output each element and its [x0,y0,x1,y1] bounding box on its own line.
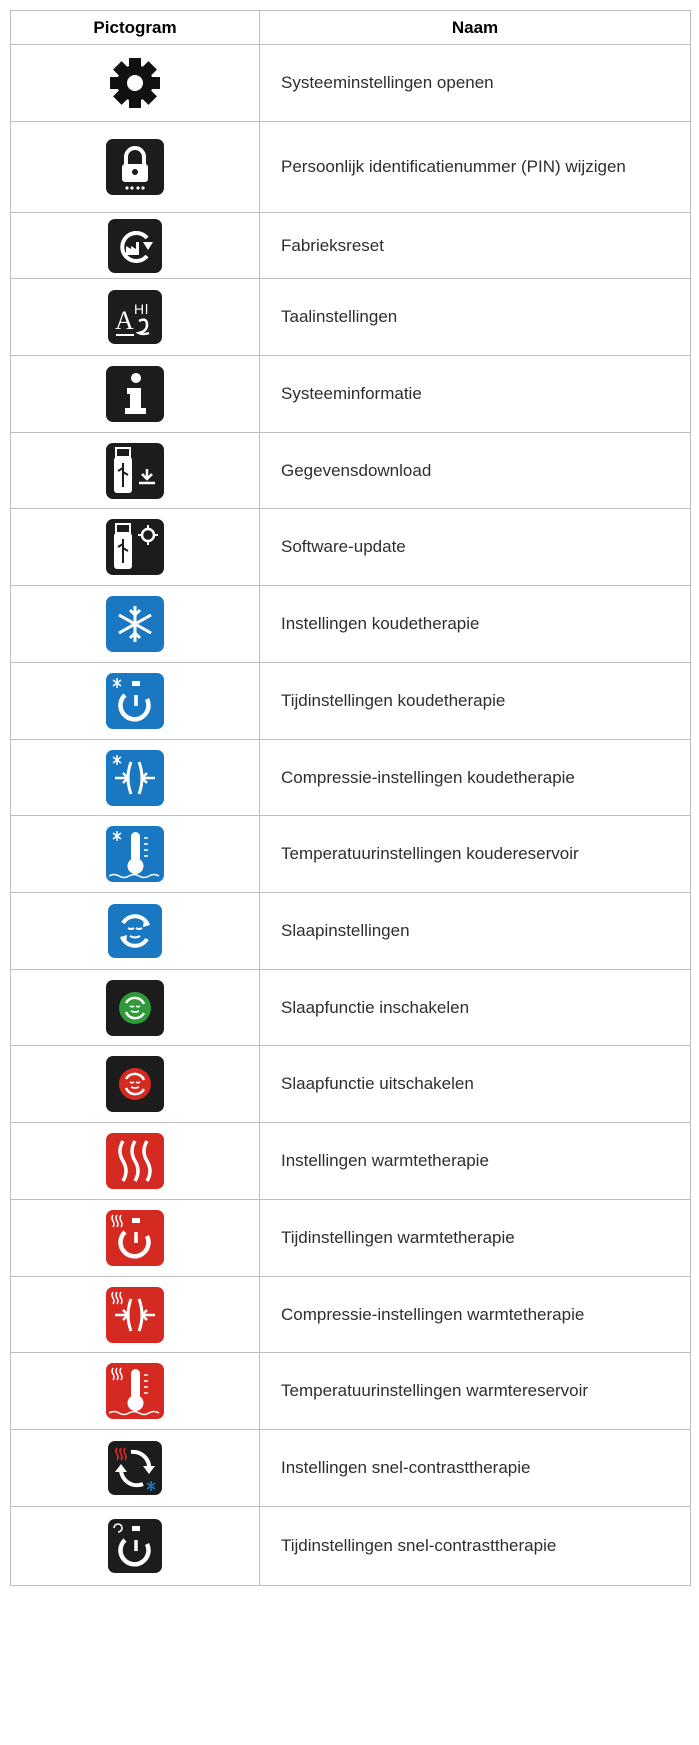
row-label: Software-update [259,508,691,586]
lock-pin-icon [103,139,167,195]
table-row: Instellingen koudetherapie [10,585,691,663]
table-row: Compressie-instellingen warmtetherapie [10,1276,691,1353]
cold-timer-icon [103,673,167,729]
table-row: Persoonlijk identificatienummer (PIN) wi… [10,121,691,213]
row-label: Systeeminformatie [259,355,691,433]
language-icon: A H l [103,289,167,345]
row-label: Tijdinstellingen koudetherapie [259,662,691,740]
table-row: Temperatuurinstellingen warmtereservoir [10,1352,691,1430]
header-pictogram: Pictogram [10,10,260,45]
icon-legend-table: Pictogram Naam Systeeminstellingen opene… [10,10,691,1586]
factory-reset-icon [103,218,167,274]
usb-download-icon [103,442,167,499]
table-row: Systeeminstellingen openen [10,44,691,122]
row-label: Slaapinstellingen [259,892,691,970]
table-row: Slaapfunctie inschakelen [10,969,691,1046]
table-row: Slaapinstellingen [10,892,691,970]
table-row: Systeeminformatie [10,355,691,433]
sleep-settings-icon [103,903,167,959]
table-row: Temperatuurinstellingen koudereservoir [10,815,691,893]
page: Pictogram Naam Systeeminstellingen opene… [0,0,699,1745]
svg-text:l: l [145,301,148,317]
row-label: Gegevensdownload [259,432,691,509]
row-label: Slaapfunctie uitschakelen [259,1045,691,1123]
sleep-on-icon [103,979,167,1036]
row-label: Persoonlijk identificatienummer (PIN) wi… [259,121,691,213]
info-icon [103,366,167,422]
snowflake-icon [103,596,167,652]
table-row: Software-update [10,508,691,586]
heat-waves-icon [103,1133,167,1189]
header-naam: Naam [259,10,691,45]
table-row: Slaapfunctie uitschakelen [10,1045,691,1123]
row-label: Slaapfunctie inschakelen [259,969,691,1046]
sleep-off-icon [103,1056,167,1112]
row-label: Instellingen warmtetherapie [259,1122,691,1200]
cold-reservoir-thermometer-icon [103,826,167,882]
table-row: Tijdinstellingen snel-contrasttherapie [10,1506,691,1586]
row-label: Instellingen koudetherapie [259,585,691,663]
heat-compression-icon [103,1286,167,1343]
table-row: Tijdinstellingen warmtetherapie [10,1199,691,1277]
header-row: Pictogram Naam [10,10,691,45]
cold-compression-icon [103,749,167,806]
heat-reservoir-thermometer-icon [103,1363,167,1419]
row-label: Temperatuurinstellingen koudereservoir [259,815,691,893]
row-label: Compressie-instellingen koudetherapie [259,739,691,816]
row-label: Taalinstellingen [259,278,691,356]
row-label: Instellingen snel-contrasttherapie [259,1429,691,1507]
table-row: Instellingen warmtetherapie [10,1122,691,1200]
table-row: Tijdinstellingen koudetherapie [10,662,691,740]
row-label: Systeeminstellingen openen [259,44,691,122]
heat-timer-icon [103,1210,167,1266]
contrast-timer-icon [103,1518,167,1574]
svg-text:A: A [115,306,134,335]
table-row: Compressie-instellingen koudetherapie [10,739,691,816]
row-label: Tijdinstellingen snel-contrasttherapie [259,1506,691,1586]
table-row: Instellingen snel-contrasttherapie [10,1429,691,1507]
row-label: Compressie-instellingen warmtetherapie [259,1276,691,1353]
table-row: Gegevensdownload [10,432,691,509]
gear-icon [103,55,167,111]
usb-software-update-icon [103,519,167,575]
table-row: Fabrieksreset [10,212,691,279]
row-label: Tijdinstellingen warmtetherapie [259,1199,691,1277]
row-label: Fabrieksreset [259,212,691,279]
contrast-cycle-icon [103,1440,167,1496]
table-row: A H l Taalinstellingen [10,278,691,356]
row-label: Temperatuurinstellingen warmtereservoir [259,1352,691,1430]
svg-text:H: H [134,301,144,317]
